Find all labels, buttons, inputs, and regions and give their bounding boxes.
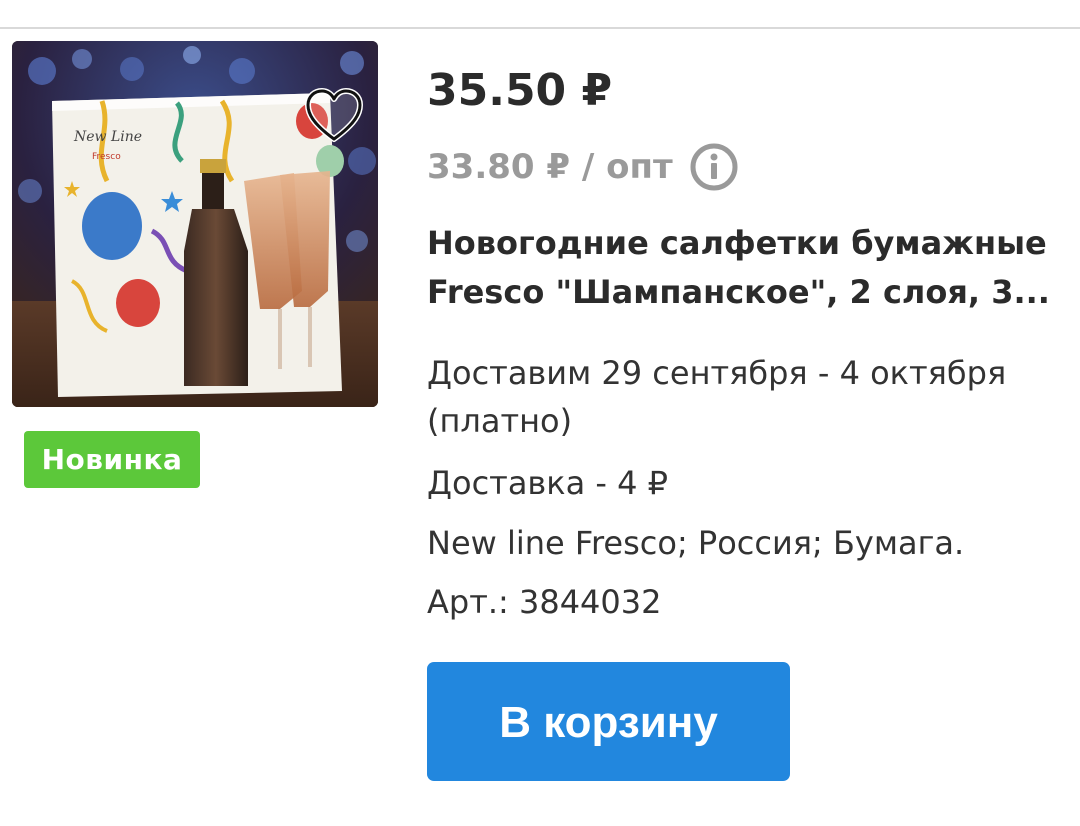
new-badge: Новинка — [24, 431, 200, 488]
product-card[interactable]: New Line Fresco Новинка 35.50 ₽ 33.80 ₽ … — [0, 29, 1080, 826]
image-brand-text: New Line — [73, 129, 142, 145]
info-icon[interactable] — [689, 142, 739, 192]
product-title-line-1: Новогодние салфетки бумажные — [427, 224, 1047, 262]
heart-icon — [305, 88, 363, 142]
price: 35.50 ₽ — [427, 65, 613, 116]
delivery-date-line-2: (платно) — [427, 402, 573, 440]
wholesale-price: 33.80 ₽ / опт — [427, 147, 673, 187]
product-image[interactable]: New Line Fresco — [12, 41, 378, 407]
favorite-button[interactable] — [302, 85, 366, 149]
delivery-date-line-1: Доставим 29 сентября - 4 октября — [427, 354, 1007, 392]
delivery-cost: Доставка - 4 ₽ — [427, 464, 668, 502]
wholesale-row: 33.80 ₽ / опт — [427, 141, 739, 193]
product-title[interactable]: Новогодние салфетки бумажные Fresco "Шам… — [427, 219, 1067, 317]
delivery-date: Доставим 29 сентября - 4 октября (платно… — [427, 349, 1067, 445]
product-title-line-2: Fresco "Шампанское", 2 слоя, 3... — [427, 273, 1050, 311]
image-brand-sub: Fresco — [92, 152, 121, 162]
article-number: Арт.: 3844032 — [427, 583, 662, 621]
product-attributes: New line Fresco; Россия; Бумага. — [427, 524, 965, 562]
add-to-cart-button[interactable]: В корзину — [427, 662, 790, 781]
